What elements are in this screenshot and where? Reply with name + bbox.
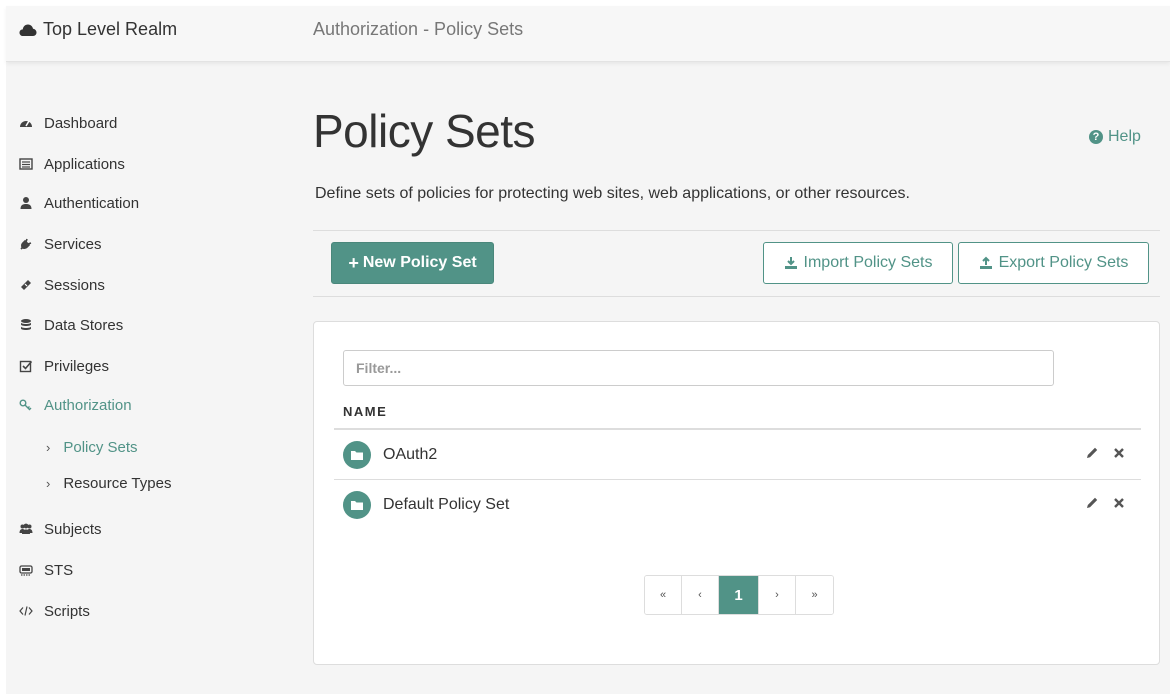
- divider: [313, 296, 1160, 297]
- database-icon: [21, 319, 31, 330]
- chevron-right-icon: ›: [46, 475, 51, 491]
- row-actions: [1071, 496, 1125, 510]
- sidebar-item-sts[interactable]: STS: [19, 558, 73, 582]
- page-title: Policy Sets: [313, 105, 536, 157]
- sidebar-subitem-resource-types[interactable]: › Resource Types: [46, 471, 171, 495]
- new-policy-set-label: New Policy Set: [362, 254, 477, 271]
- plus-icon: +: [348, 252, 359, 273]
- export-policy-sets-button[interactable]: Export Policy Sets: [958, 242, 1149, 284]
- import-policy-sets-button[interactable]: Import Policy Sets: [763, 242, 953, 284]
- plug-icon: [20, 238, 32, 250]
- sidebar-item-label: Authorization: [44, 396, 132, 414]
- folder-icon: [343, 440, 371, 469]
- sidebar-item-subjects[interactable]: Subjects: [19, 517, 102, 541]
- question-icon: ?: [1089, 130, 1103, 144]
- column-header-name[interactable]: NAME: [343, 404, 387, 419]
- sidebar-subitem-policy-sets[interactable]: › Policy Sets: [46, 435, 138, 459]
- pencil-icon[interactable]: [1085, 496, 1099, 510]
- folder-icon: [343, 490, 371, 519]
- page-description: Define sets of policies for protecting w…: [315, 185, 910, 202]
- first-page-button[interactable]: «: [645, 576, 682, 614]
- import-label: Import Policy Sets: [803, 254, 933, 271]
- sidebar-item-label: Dashboard: [44, 114, 118, 132]
- sidebar-item-label: Data Stores: [44, 316, 124, 334]
- sidebar-item-privileges[interactable]: Privileges: [19, 354, 109, 378]
- row-name[interactable]: OAuth2: [383, 446, 437, 464]
- pagination: « ‹ 1 › »: [644, 575, 834, 615]
- sts-icon: [19, 565, 33, 576]
- chevron-right-icon: ›: [46, 439, 51, 455]
- help-link[interactable]: ? Help: [1089, 128, 1141, 146]
- cloud-icon: [19, 24, 37, 36]
- sidebar-item-label: Services: [44, 235, 102, 253]
- sidebar-item-label: Authentication: [44, 194, 140, 212]
- table-row[interactable]: OAuth2: [334, 430, 1141, 479]
- sidebar-item-applications[interactable]: Applications: [19, 152, 125, 176]
- help-label: Help: [1108, 128, 1141, 145]
- dashboard-icon: [20, 120, 32, 127]
- divider: [313, 230, 1160, 231]
- upload-icon: [979, 256, 992, 269]
- row-actions: [1071, 446, 1125, 460]
- last-page-button[interactable]: »: [796, 576, 833, 614]
- pencil-icon[interactable]: [1085, 446, 1099, 460]
- ticket-icon: [21, 280, 31, 290]
- sidebar-item-scripts[interactable]: Scripts: [19, 599, 90, 623]
- current-page-button[interactable]: 1: [719, 576, 759, 614]
- filter-input[interactable]: [343, 350, 1054, 386]
- sidebar-item-label: Scripts: [44, 602, 90, 620]
- sidebar-item-label: Subjects: [44, 520, 102, 538]
- sidebar-subitem-label: Policy Sets: [63, 438, 138, 456]
- applications-icon: [19, 158, 33, 170]
- row-name[interactable]: Default Policy Set: [383, 496, 509, 514]
- top-navbar: Top Level Realm Authorization - Policy S…: [6, 6, 1170, 62]
- sidebar-item-data-stores[interactable]: Data Stores: [19, 313, 123, 337]
- sidebar-item-label: STS: [44, 561, 74, 579]
- realm-name: Top Level Realm: [43, 19, 178, 39]
- delete-icon[interactable]: [1113, 447, 1125, 459]
- table-row[interactable]: Default Policy Set: [334, 480, 1141, 529]
- sidebar-item-authentication[interactable]: Authentication: [19, 191, 139, 215]
- checkbox-icon: [19, 360, 33, 373]
- sidebar-item-label: Sessions: [44, 276, 105, 294]
- key-icon: [19, 399, 32, 411]
- code-icon: [19, 606, 33, 616]
- new-policy-set-button[interactable]: + New Policy Set: [331, 242, 494, 284]
- policy-sets-panel: NAME OAuth2 Default Policy Set « ‹ 1 › »: [313, 321, 1160, 665]
- user-icon: [20, 197, 32, 209]
- sidebar-item-services[interactable]: Services: [19, 232, 102, 256]
- sidebar-subitem-label: Resource Types: [63, 474, 172, 492]
- users-icon: [19, 523, 33, 534]
- sidebar-item-label: Privileges: [44, 357, 110, 375]
- sidebar-item-sessions[interactable]: Sessions: [19, 273, 105, 297]
- prev-page-button[interactable]: ‹: [682, 576, 719, 614]
- download-icon: [784, 257, 797, 269]
- sidebar-item-label: Applications: [44, 155, 125, 173]
- next-page-button[interactable]: ›: [759, 576, 796, 614]
- sidebar-item-authorization[interactable]: Authorization: [19, 393, 132, 417]
- realm-selector[interactable]: Top Level Realm: [19, 19, 177, 40]
- export-label: Export Policy Sets: [998, 254, 1129, 271]
- breadcrumb: Authorization - Policy Sets: [313, 19, 524, 39]
- sidebar-item-dashboard[interactable]: Dashboard: [19, 111, 117, 135]
- delete-icon[interactable]: [1113, 497, 1125, 509]
